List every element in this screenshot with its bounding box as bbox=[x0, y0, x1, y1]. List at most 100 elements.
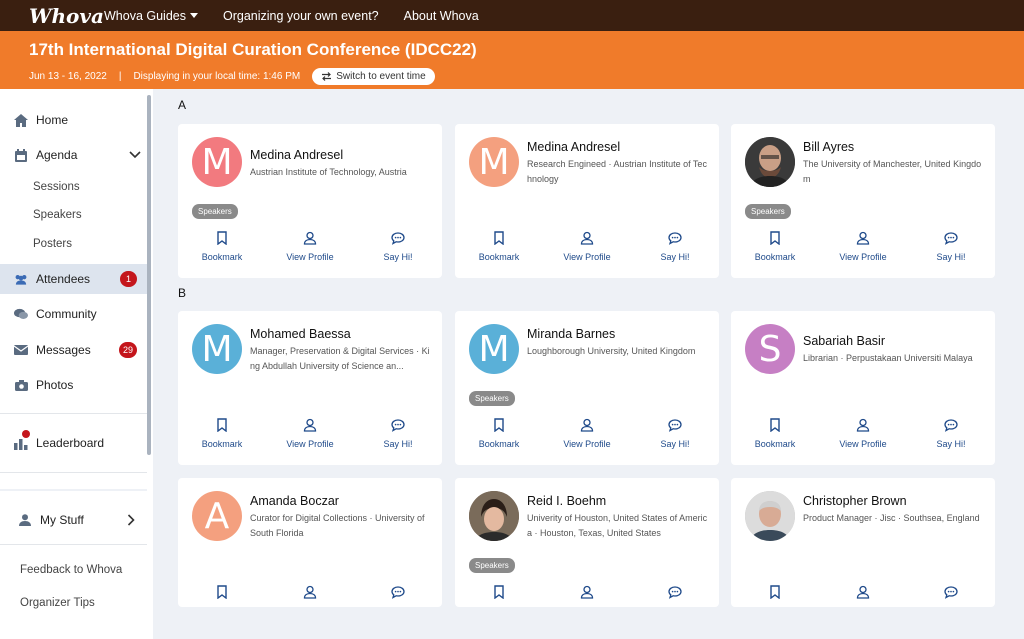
person-icon bbox=[580, 418, 594, 434]
say-hi-button[interactable]: Say Hi! bbox=[354, 418, 442, 449]
feedback-link[interactable]: Feedback to Whova bbox=[20, 564, 122, 576]
person-icon bbox=[303, 585, 317, 601]
attendee-name[interactable]: Bill Ayres bbox=[803, 140, 854, 154]
attendee-card[interactable]: S Sabariah Basir Librarian · Perpustakaan … bbox=[731, 311, 995, 465]
say-hi-button[interactable] bbox=[907, 585, 995, 601]
avatar[interactable]: M bbox=[469, 137, 519, 187]
chat-icon bbox=[944, 231, 958, 247]
say-hi-button[interactable]: Say Hi! bbox=[631, 231, 719, 262]
envelope-icon bbox=[14, 343, 28, 357]
chat-icon bbox=[391, 418, 405, 434]
notification-dot bbox=[22, 430, 30, 438]
bookmark-button[interactable] bbox=[178, 585, 266, 601]
sidebar-item-home[interactable]: Home bbox=[0, 105, 147, 135]
organizer-tips-link[interactable]: Organizer Tips bbox=[20, 597, 95, 609]
switch-time-button[interactable]: Switch to event time bbox=[312, 68, 435, 85]
view-profile-button[interactable] bbox=[543, 585, 631, 601]
attendee-card[interactable]: M Miranda Barnes Loughborough University, … bbox=[455, 311, 719, 465]
say-hi-button-label: Say Hi! bbox=[660, 439, 690, 449]
sidebar-item-photos[interactable]: Photos bbox=[0, 370, 147, 400]
card-actions bbox=[178, 585, 442, 601]
sidebar-item-posters[interactable]: Posters bbox=[33, 238, 72, 250]
switch-time-label: Switch to event time bbox=[336, 71, 426, 82]
bookmark-button[interactable]: Bookmark bbox=[178, 231, 266, 262]
leaderboard-icon bbox=[14, 430, 30, 450]
attendee-name[interactable]: Sabariah Basir bbox=[803, 334, 885, 348]
attendee-card[interactable]: A Amanda Boczar Curator for Digital Collec… bbox=[178, 478, 442, 607]
nav-about[interactable]: About Whova bbox=[404, 9, 479, 23]
attendee-affiliation: The University of Manchester, United Kin… bbox=[803, 159, 982, 184]
bookmark-button[interactable]: Bookmark bbox=[455, 418, 543, 449]
view-profile-button[interactable] bbox=[266, 585, 354, 601]
attendee-name[interactable]: Medina Andresel bbox=[527, 140, 620, 154]
bookmark-button[interactable]: Bookmark bbox=[455, 231, 543, 262]
view-profile-button[interactable] bbox=[819, 585, 907, 601]
say-hi-button[interactable]: Say Hi! bbox=[631, 418, 719, 449]
bookmark-button[interactable] bbox=[731, 585, 819, 601]
sidebar-item-leaderboard[interactable]: Leaderboard bbox=[0, 428, 147, 458]
attendee-name[interactable]: Medina Andresel bbox=[250, 148, 343, 162]
attendee-card[interactable]: M Mohamed Baessa Manager, Preservation & D… bbox=[178, 311, 442, 465]
say-hi-button[interactable] bbox=[631, 585, 719, 601]
avatar[interactable] bbox=[469, 491, 519, 541]
sidebar-scrollbar[interactable] bbox=[147, 95, 151, 455]
avatar[interactable]: M bbox=[192, 324, 242, 374]
view-profile-button[interactable]: View Profile bbox=[543, 418, 631, 449]
attendee-card[interactable]: M Medina Andresel Research Engineed · Aust… bbox=[455, 124, 719, 278]
attendee-name[interactable]: Christopher Brown bbox=[803, 494, 907, 508]
card-actions bbox=[455, 585, 719, 601]
view-profile-button[interactable]: View Profile bbox=[819, 418, 907, 449]
sidebar-item-agenda[interactable]: Agenda bbox=[0, 140, 147, 170]
sidebar-item-label: Agenda bbox=[36, 148, 78, 162]
nav-whova-guides-label: Whova Guides bbox=[104, 8, 186, 23]
bookmark-button[interactable] bbox=[455, 585, 543, 601]
person-icon bbox=[856, 418, 870, 434]
avatar[interactable] bbox=[745, 491, 795, 541]
avatar[interactable]: M bbox=[469, 324, 519, 374]
avatar[interactable]: A bbox=[192, 491, 242, 541]
nav-organizing[interactable]: Organizing your own event? bbox=[223, 9, 379, 23]
view-profile-button[interactable]: View Profile bbox=[266, 418, 354, 449]
attendee-name[interactable]: Reid I. Boehm bbox=[527, 494, 606, 508]
sidebar-item-my-stuff[interactable]: My Stuff bbox=[0, 505, 147, 535]
say-hi-button[interactable]: Say Hi! bbox=[907, 231, 995, 262]
chevron-down-icon[interactable] bbox=[129, 151, 141, 159]
bookmark-button[interactable]: Bookmark bbox=[178, 418, 266, 449]
section-header-b: B bbox=[178, 286, 187, 300]
sidebar-item-sessions[interactable]: Sessions bbox=[33, 181, 80, 193]
view-profile-button[interactable]: View Profile bbox=[819, 231, 907, 262]
attendee-card[interactable]: Bill Ayres The University of Manchester, … bbox=[731, 124, 995, 278]
person-icon bbox=[856, 585, 870, 601]
attendee-name[interactable]: Miranda Barnes bbox=[527, 327, 615, 341]
avatar[interactable]: S bbox=[745, 324, 795, 374]
attendee-card[interactable]: Reid I. Boehm Univerity of Houston, Unite… bbox=[455, 478, 719, 607]
bookmark-icon bbox=[768, 418, 782, 434]
bookmark-button[interactable]: Bookmark bbox=[731, 418, 819, 449]
avatar[interactable] bbox=[745, 137, 795, 187]
bookmark-button[interactable]: Bookmark bbox=[731, 231, 819, 262]
attendee-card[interactable]: M Medina Andresel Austrian Institute of Te… bbox=[178, 124, 442, 278]
sidebar-item-messages[interactable]: Messages 29 bbox=[0, 335, 147, 365]
sidebar-item-attendees[interactable]: Attendees 1 bbox=[0, 264, 147, 294]
sidebar-item-label: My Stuff bbox=[40, 513, 84, 527]
attendee-card[interactable]: Christopher Brown Product Manager · Jisc … bbox=[731, 478, 995, 607]
sidebar: Home Agenda Sessions Speakers Posters At… bbox=[0, 89, 153, 639]
chat-bubbles-icon bbox=[14, 307, 28, 321]
say-hi-button[interactable]: Say Hi! bbox=[354, 231, 442, 262]
nav-whova-guides[interactable]: Whova Guides bbox=[104, 9, 198, 23]
attendee-name[interactable]: Amanda Boczar bbox=[250, 494, 339, 508]
attendee-affiliation: Austrian Institute of Technology, Austri… bbox=[250, 167, 407, 177]
divider bbox=[0, 472, 147, 473]
view-profile-button[interactable]: View Profile bbox=[266, 231, 354, 262]
whova-logo[interactable]: Whova bbox=[29, 4, 104, 28]
view-profile-button[interactable]: View Profile bbox=[543, 231, 631, 262]
card-actions bbox=[731, 585, 995, 601]
attendee-affiliation: Curator for Digital Collections · Univer… bbox=[250, 513, 425, 538]
say-hi-button[interactable] bbox=[354, 585, 442, 601]
camera-icon bbox=[14, 378, 28, 392]
sidebar-item-community[interactable]: Community bbox=[0, 299, 147, 329]
attendee-name[interactable]: Mohamed Baessa bbox=[250, 327, 351, 341]
say-hi-button[interactable]: Say Hi! bbox=[907, 418, 995, 449]
avatar[interactable]: M bbox=[192, 137, 242, 187]
sidebar-item-speakers[interactable]: Speakers bbox=[33, 209, 82, 221]
